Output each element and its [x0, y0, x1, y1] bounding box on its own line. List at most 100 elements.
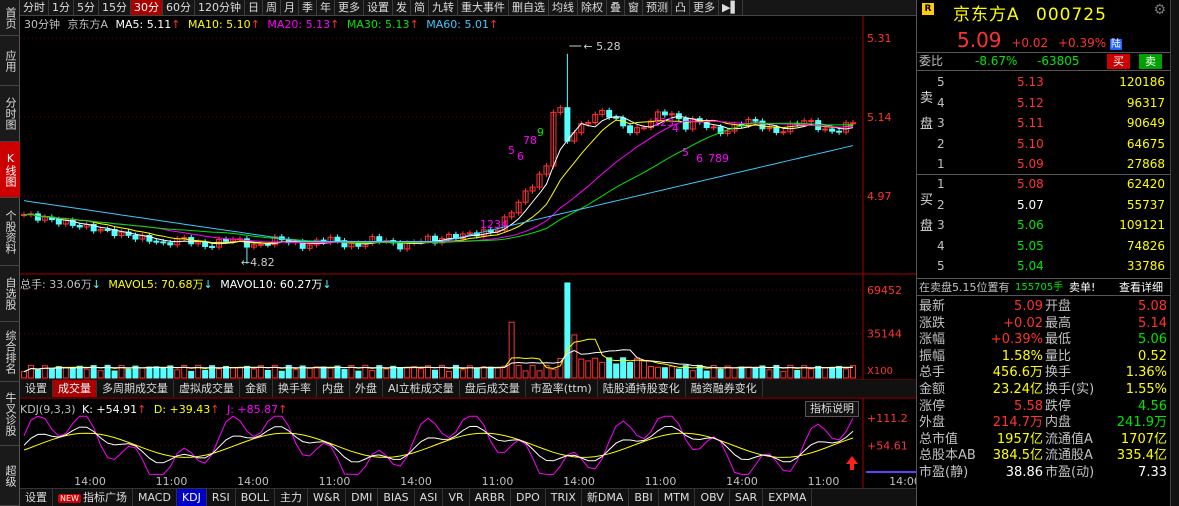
volume-tab-7[interactable]: 外盘 [350, 380, 383, 397]
toolbar-item-4[interactable]: 30分 [131, 0, 163, 15]
toolbar-item-14[interactable]: 发 [393, 0, 411, 15]
sell-level-1[interactable]: 1 5.09 27868 [917, 156, 1171, 173]
volume-tab-10[interactable]: 市盈率(ttm) [526, 380, 598, 397]
volume-bar [306, 367, 313, 379]
indicator-tab-label: TRIX [550, 491, 576, 504]
volume-tab-0[interactable]: 设置 [20, 380, 53, 397]
volume-tab-4[interactable]: 金额 [240, 380, 273, 397]
toolbar-item-0[interactable]: 分时 [20, 0, 49, 15]
view-detail-link[interactable]: 查看详细 [1119, 279, 1163, 296]
toolbar-item-24[interactable]: 凸 [672, 0, 690, 15]
indicator-tab-0[interactable]: 设置 [20, 489, 53, 506]
toolbar-item-13[interactable]: 设置 [364, 0, 393, 15]
indicator-tab-16[interactable]: BBI [629, 489, 659, 506]
stat-value: 5.58 [1014, 398, 1043, 414]
sidebar-tab-4[interactable]: 个股资料 [0, 198, 20, 266]
toolbar-item-6[interactable]: 120分钟 [195, 0, 245, 15]
buy-level-3[interactable]: 3 5.06 109121 [917, 217, 1171, 234]
toolbar-item-10[interactable]: 季 [299, 0, 317, 15]
buy-level-1[interactable]: 1 5.08 62420 [917, 176, 1171, 193]
indicator-tab-13[interactable]: DPO [511, 489, 546, 506]
sidebar-tab-0[interactable]: 首页 [0, 0, 20, 36]
indicator-tab-5[interactable]: BOLL [236, 489, 276, 506]
toolbar-item-15[interactable]: 简 [411, 0, 429, 15]
buy-level-5[interactable]: 5 5.04 33786 [917, 258, 1171, 275]
weibi-label: 委比 [919, 54, 944, 68]
toolbar-arrow-icon[interactable]: ▶▌ [719, 0, 743, 15]
toolbar-item-20[interactable]: 除权 [578, 0, 607, 15]
volume-tab-9[interactable]: 盘后成交量 [460, 380, 526, 397]
volume-tabs: 设置 成交量 多周期成交量 虚拟成交量 金额 换手率 内盘 外盘 AI立桩成交量 盘后成交量 市盈率… [20, 380, 916, 397]
toolbar-item-7[interactable]: 日 [245, 0, 263, 15]
indicator-tab-6[interactable]: 主力 [275, 489, 309, 506]
indicator-tab-9[interactable]: BIAS [378, 489, 415, 506]
indicator-tab-7[interactable]: W&R [308, 489, 347, 506]
sell-level-2[interactable]: 2 5.10 64675 [917, 136, 1171, 153]
sidebar-tab-6[interactable]: 综合排名 [0, 322, 20, 382]
volume-tab-8[interactable]: AI立桩成交量 [383, 380, 460, 397]
indicator-tab-15[interactable]: 新DMA [582, 489, 630, 506]
sidebar-tab-8[interactable]: 超级 [0, 446, 20, 506]
ma60-label: MA60: 5.01 [426, 18, 489, 31]
indicator-tab-8[interactable]: DMI [346, 489, 379, 506]
indicator-tab-18[interactable]: OBV [695, 489, 730, 506]
buy-level-2[interactable]: 2 5.07 55737 [917, 197, 1171, 214]
indicator-tab-14[interactable]: TRIX [546, 489, 582, 506]
toolbar-item-23[interactable]: 预测 [643, 0, 672, 15]
indicator-tab-20[interactable]: EXPMA [763, 489, 813, 506]
sell-level-5[interactable]: 5 5.13 120186 [917, 74, 1171, 91]
volume-tab-3[interactable]: 虚拟成交量 [174, 380, 240, 397]
indicator-tab-12[interactable]: ARBR [470, 489, 511, 506]
volume-tab-11[interactable]: 陆股通持股变化 [598, 380, 686, 397]
toolbar-item-8[interactable]: 周 [263, 0, 281, 15]
toolbar-item-12[interactable]: 更多 [335, 0, 364, 15]
kline-svg: 5.315.144.97← 5.28←4.8212345 678912345 6 78… [20, 16, 916, 488]
toolbar-item-1[interactable]: 1分 [49, 0, 74, 15]
buy-level-4[interactable]: 4 5.05 74826 [917, 238, 1171, 255]
indicator-tab-11[interactable]: VR [443, 489, 470, 506]
toolbar-item-17[interactable]: 重大事件 [458, 0, 509, 15]
indicator-tab-17[interactable]: MTM [659, 489, 696, 506]
indicator-tab-19[interactable]: SAR [730, 489, 764, 506]
sidebar-tab-1[interactable]: 应用 [0, 36, 20, 86]
nine-turn-label: 4 [672, 122, 679, 135]
sidebar-tab-2[interactable]: 分时图 [0, 86, 20, 142]
toolbar-item-22[interactable]: 窗 [625, 0, 643, 15]
sidebar-tab-7[interactable]: 牛叉诊股 [0, 382, 20, 446]
kdj-d: D: +39.43 [153, 403, 211, 416]
toolbar-item-2[interactable]: 5分 [74, 0, 99, 15]
toolbar-item-16[interactable]: 九转 [429, 0, 458, 15]
price-change: +0.02 [1011, 36, 1049, 50]
indicator-tab-10[interactable]: ASI [415, 489, 444, 506]
stat-label: 涨幅 [919, 332, 946, 348]
toolbar-item-21[interactable]: 叠 [607, 0, 625, 15]
ma5-line [23, 115, 854, 245]
toolbar-item-18[interactable]: 删自选 [509, 0, 549, 15]
toolbar-item-25[interactable]: 更多 [690, 0, 719, 15]
toolbar-item-5[interactable]: 60分 [163, 0, 195, 15]
sell-level-4[interactable]: 4 5.12 96317 [917, 95, 1171, 112]
indicator-tab-1[interactable]: NEW 指标广场 [53, 489, 133, 506]
stat-value: 384.5亿 [992, 448, 1043, 464]
volume-tab-2[interactable]: 多周期成交量 [97, 380, 174, 397]
indicator-help-button[interactable]: 指标说明 [805, 401, 859, 417]
sell-button[interactable]: 卖 [1139, 54, 1162, 69]
indicator-tab-2[interactable]: MACD [133, 489, 177, 506]
toolbar-item-19[interactable]: 均线 [549, 0, 578, 15]
volume-tab-5[interactable]: 换手率 [273, 380, 317, 397]
gear-icon[interactable]: ⚙ [1153, 2, 1166, 18]
indicator-tab-3[interactable]: KDJ [176, 489, 207, 506]
volume-tab-12[interactable]: 融资融券变化 [686, 380, 763, 397]
toolbar-item-3[interactable]: 15分 [99, 0, 131, 15]
sell-level-3[interactable]: 3 5.11 90649 [917, 115, 1171, 132]
indicator-tab-4[interactable]: RSI [207, 489, 236, 506]
sidebar-tab-3[interactable]: K线图 [0, 142, 20, 198]
toolbar-item-9[interactable]: 月 [281, 0, 299, 15]
volume-bar [445, 370, 452, 379]
volume-tab-1[interactable]: 成交量 [53, 380, 97, 397]
buy-button[interactable]: 买 [1107, 54, 1130, 69]
toolbar-item-11[interactable]: 年 [317, 0, 335, 15]
volume-tab-6[interactable]: 内盘 [317, 380, 350, 397]
volume-axis-label: 69452 [867, 284, 902, 297]
sidebar-tab-5[interactable]: 自选股 [0, 266, 20, 322]
